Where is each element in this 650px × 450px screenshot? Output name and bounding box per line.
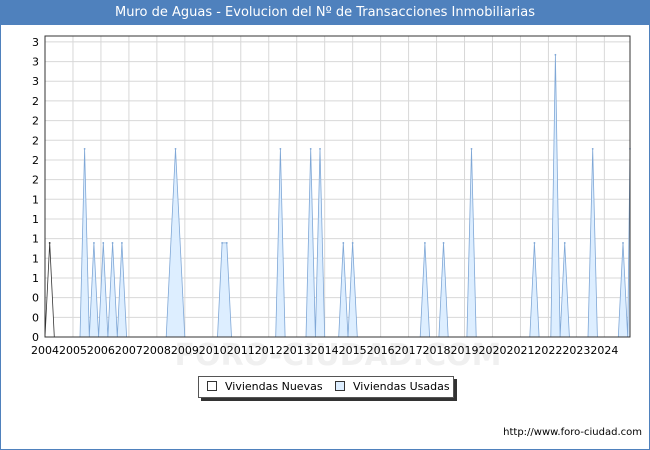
x-tick-label: 2015: [339, 344, 367, 357]
y-tick-label: 1: [32, 213, 39, 226]
x-tick-label: 2007: [115, 344, 143, 357]
legend-label-nuevas: Viviendas Nuevas: [225, 380, 323, 393]
data-point: [319, 147, 321, 150]
data-point: [102, 242, 105, 244]
data-point: [591, 147, 594, 150]
x-tick-label: 2008: [143, 344, 171, 357]
x-tick-label: 2005: [59, 344, 87, 357]
data-point: [221, 242, 224, 244]
series-area-nuevas: [44, 242, 55, 338]
x-tick-label: 2017: [395, 344, 423, 357]
data-point: [48, 242, 51, 244]
legend-item-nuevas: Viviendas Nuevas: [207, 380, 323, 394]
y-tick-label: 2: [32, 95, 39, 108]
x-tick-label: 2009: [171, 344, 199, 357]
data-point: [442, 242, 445, 244]
x-tick-label: 2020: [478, 344, 506, 357]
x-tick-label: 2011: [227, 344, 255, 357]
data-point: [309, 147, 312, 150]
x-tick-label: 2004: [31, 344, 59, 357]
y-tick-label: 3: [32, 36, 39, 49]
y-tick-label: 2: [32, 174, 39, 187]
data-point: [470, 147, 473, 150]
data-point: [424, 242, 426, 244]
y-tick-label: 2: [32, 115, 39, 128]
x-tick-label: 2012: [255, 344, 283, 357]
y-tick-label: 1: [32, 272, 39, 285]
x-tick-label: 2024: [590, 344, 618, 357]
data-point: [225, 242, 228, 244]
data-point: [83, 147, 86, 150]
x-tick-label: 2016: [367, 344, 395, 357]
data-point: [563, 242, 566, 244]
x-tick-label: 2022: [534, 344, 562, 357]
data-point: [174, 147, 177, 150]
x-tick-label: 2023: [562, 344, 590, 357]
y-tick-label: 1: [32, 193, 39, 206]
data-point: [279, 147, 282, 150]
data-point: [533, 242, 536, 244]
data-point: [121, 242, 123, 244]
data-point: [554, 53, 557, 56]
x-tick-label: 2006: [87, 344, 115, 357]
legend-item-usadas: Viviendas Usadas: [335, 380, 450, 394]
y-tick-label: 3: [32, 56, 39, 69]
legend: Viviendas Nuevas Viviendas Usadas: [198, 376, 454, 398]
legend-swatch-usadas: [335, 381, 345, 391]
y-tick-label: 3: [32, 75, 39, 88]
y-tick-label: 2: [32, 134, 39, 147]
y-tick-label: 0: [32, 311, 39, 324]
data-point: [111, 242, 114, 244]
legend-swatch-nuevas: [207, 381, 217, 391]
x-tick-label: 2021: [506, 344, 534, 357]
data-point: [351, 242, 354, 244]
y-tick-label: 2: [32, 154, 39, 167]
x-tick-label: 2014: [311, 344, 339, 357]
x-tick-label: 2018: [423, 344, 451, 357]
y-tick-label: 0: [32, 331, 39, 344]
data-point: [93, 242, 95, 244]
y-tick-label: 1: [32, 252, 39, 265]
x-tick-label: 2019: [451, 344, 479, 357]
y-tick-label: 0: [32, 292, 39, 305]
x-tick-label: 2013: [283, 344, 311, 357]
data-point: [622, 242, 624, 244]
y-tick-label: 1: [32, 233, 39, 246]
x-tick-label: 2010: [199, 344, 227, 357]
legend-label-usadas: Viviendas Usadas: [353, 380, 450, 393]
source-credit: http://www.foro-ciudad.com: [503, 427, 642, 438]
data-point: [342, 242, 345, 244]
series-area-usadas: [79, 54, 631, 338]
